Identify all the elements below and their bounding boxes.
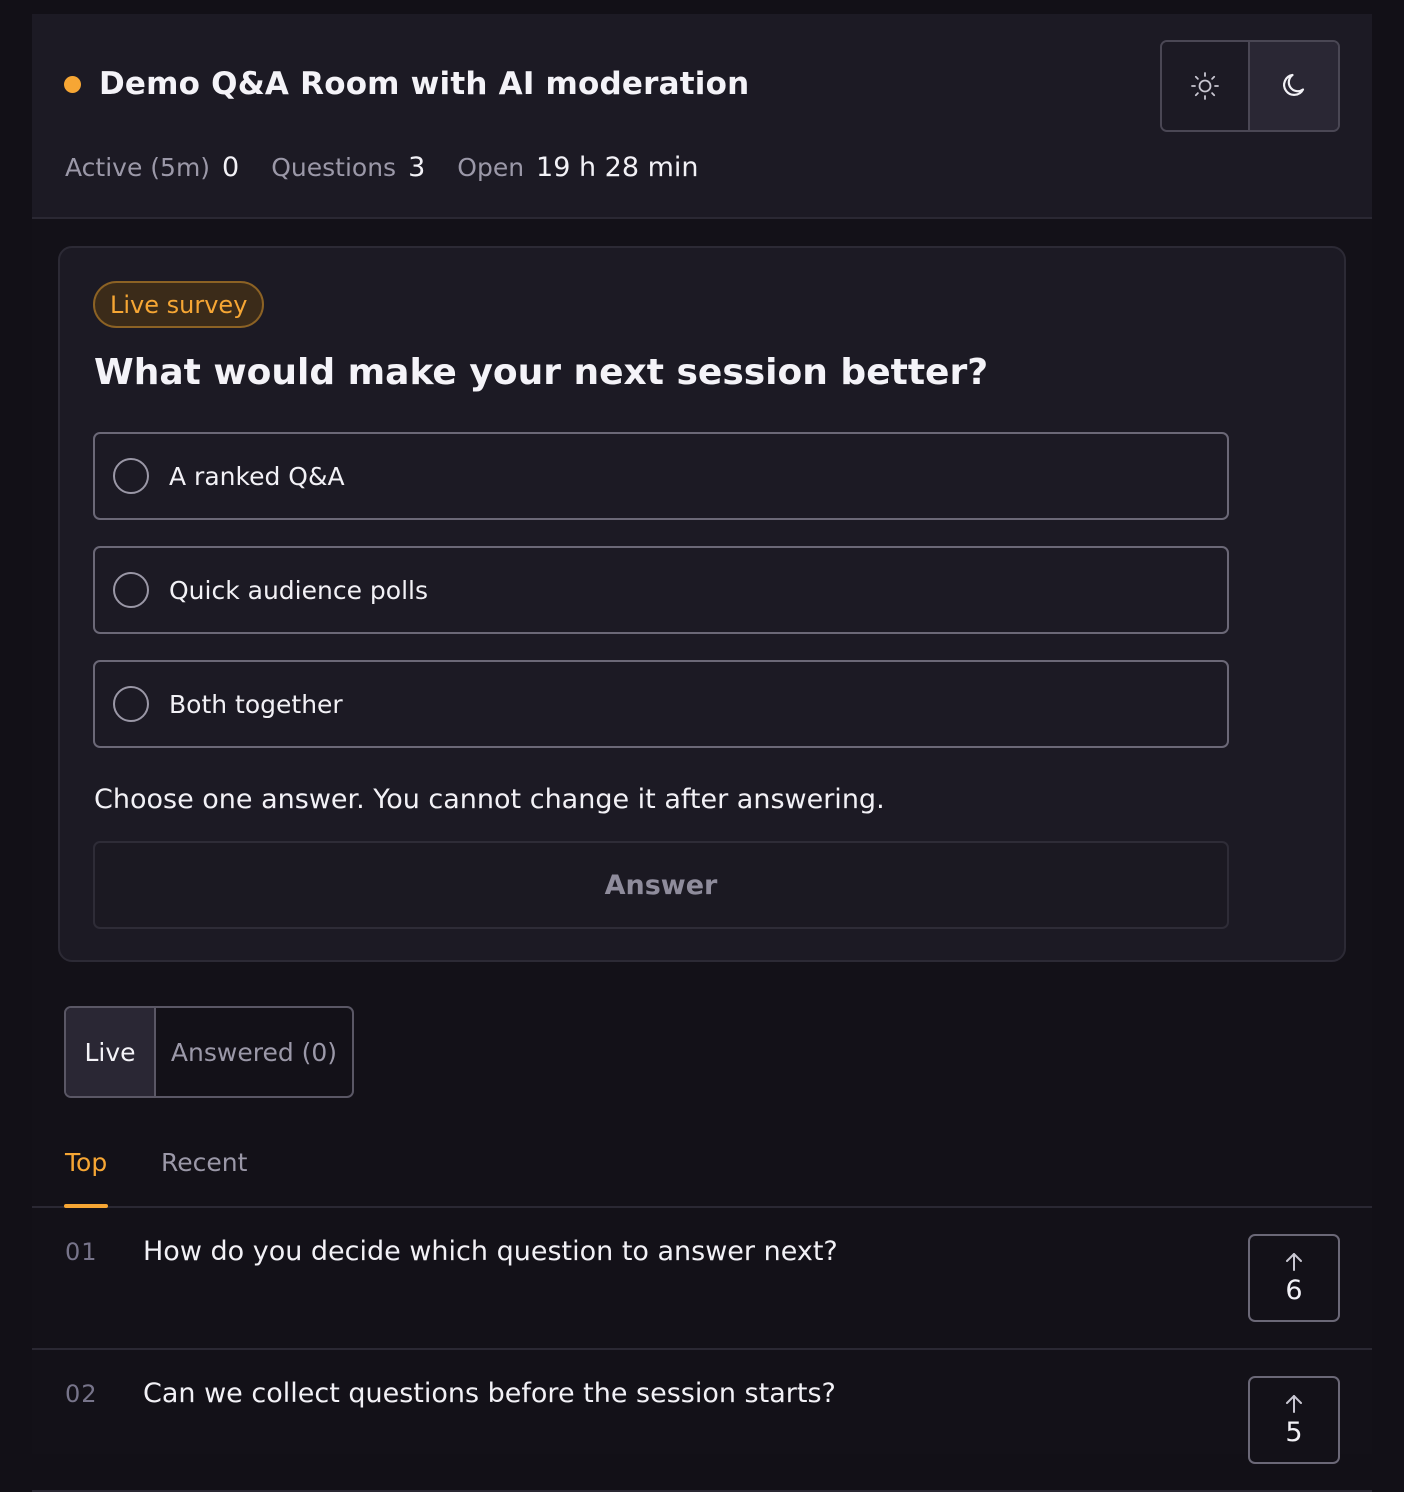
active-label: Active (5m) xyxy=(65,153,211,182)
upvote-button[interactable]: 5 xyxy=(1248,1376,1340,1464)
survey-option[interactable]: Both together xyxy=(93,660,1229,748)
vote-count: 6 xyxy=(1285,1274,1303,1306)
sort-tabs: Top Recent xyxy=(32,1134,1372,1208)
active-value: 0 xyxy=(222,152,240,183)
dark-theme-button[interactable] xyxy=(1250,42,1338,130)
question-text: Can we collect questions before the sess… xyxy=(143,1378,836,1409)
survey-question: What would make your next session better… xyxy=(94,352,989,393)
survey-option[interactable]: Quick audience polls xyxy=(93,546,1229,634)
question-number: 02 xyxy=(65,1380,98,1408)
questions-value: 3 xyxy=(408,152,426,183)
option-label: Quick audience polls xyxy=(169,575,428,605)
tab-live[interactable]: Live xyxy=(66,1008,156,1096)
question-row: 01 How do you decide which question to a… xyxy=(32,1208,1372,1350)
qa-room-app: Demo Q&A Room with AI moderation Active … xyxy=(32,14,1372,1492)
radio-button[interactable] xyxy=(113,572,149,608)
survey-card: Live survey What would make your next se… xyxy=(58,246,1346,962)
room-header: Demo Q&A Room with AI moderation Active … xyxy=(32,14,1372,219)
tab-answered[interactable]: Answered (0) xyxy=(156,1008,352,1096)
status-dot xyxy=(64,75,81,93)
moon-icon xyxy=(1283,73,1305,96)
upvote-button[interactable]: 6 xyxy=(1248,1234,1340,1322)
view-toggle: Live Answered (0) xyxy=(64,1006,354,1098)
arrow-up-icon xyxy=(1286,1394,1302,1413)
option-label: A ranked Q&A xyxy=(169,461,345,491)
title-row: Demo Q&A Room with AI moderation xyxy=(64,66,749,102)
room-stats: Active (5m) 0 Questions 3 Open 19 h 28 m… xyxy=(65,152,731,183)
vote-count: 5 xyxy=(1285,1416,1303,1448)
tab-recent[interactable]: Recent xyxy=(161,1148,247,1177)
question-text: How do you decide which question to answ… xyxy=(143,1236,838,1267)
radio-button[interactable] xyxy=(113,458,149,494)
page-title: Demo Q&A Room with AI moderation xyxy=(99,66,750,102)
question-row: 02 Can we collect questions before the s… xyxy=(32,1350,1372,1492)
open-duration: 19 h 28 min xyxy=(536,152,699,183)
sun-icon xyxy=(1191,72,1219,100)
questions-label: Questions xyxy=(271,153,397,182)
open-label: Open xyxy=(457,153,525,182)
survey-hint: Choose one answer. You cannot change it … xyxy=(94,784,885,815)
theme-toggle xyxy=(1160,40,1340,132)
question-number: 01 xyxy=(65,1238,98,1266)
tab-top[interactable]: Top xyxy=(65,1148,107,1177)
answer-button[interactable]: Answer xyxy=(93,841,1229,929)
radio-button[interactable] xyxy=(113,686,149,722)
option-label: Both together xyxy=(169,689,343,719)
survey-option[interactable]: A ranked Q&A xyxy=(93,432,1229,520)
light-theme-button[interactable] xyxy=(1162,42,1251,130)
live-survey-badge: Live survey xyxy=(93,281,265,328)
arrow-up-icon xyxy=(1286,1252,1302,1271)
